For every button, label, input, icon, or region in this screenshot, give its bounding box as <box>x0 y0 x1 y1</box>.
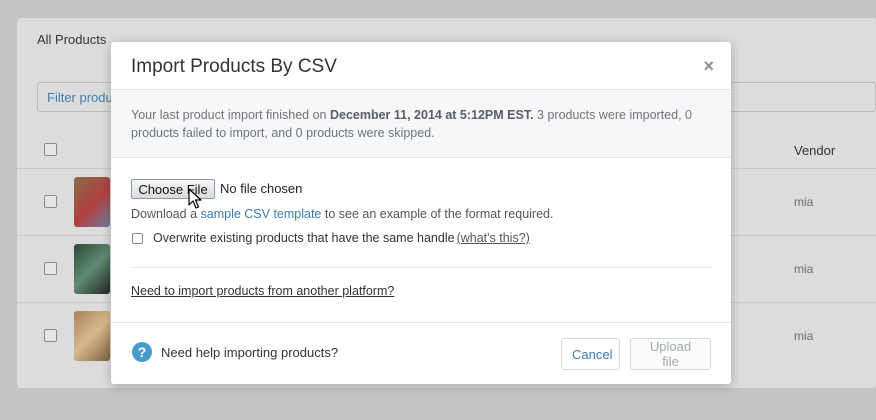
last-import-notice: Your last product import finished on Dec… <box>111 90 731 158</box>
row-checkbox[interactable] <box>44 262 57 275</box>
tab-all-products[interactable]: All Products <box>37 32 106 47</box>
notice-prefix: Your last product import finished on <box>131 108 327 122</box>
download-template-line: Download a sample CSV template to see an… <box>131 207 553 221</box>
notice-date: December 11, 2014 at 5:12PM EST. <box>329 108 534 122</box>
help-text: Need help importing products? <box>161 345 339 360</box>
vendor-cell: mia <box>794 195 814 209</box>
vendor-column-header[interactable]: Vendor <box>794 143 835 158</box>
upload-file-button[interactable]: Upload file <box>630 338 711 370</box>
overwrite-label[interactable]: Overwrite existing products that have th… <box>153 231 455 245</box>
download-suffix: to see an example of the format required… <box>321 207 554 221</box>
vendor-cell: mia <box>794 329 814 343</box>
help-icon[interactable]: ? <box>132 342 152 362</box>
sample-csv-template-link[interactable]: sample CSV template <box>201 207 322 221</box>
product-thumbnail <box>74 177 110 227</box>
modal-footer: ? Need help importing products? Cancel U… <box>111 322 731 384</box>
product-thumbnail <box>74 244 110 294</box>
select-all-checkbox[interactable] <box>44 143 57 156</box>
modal-title: Import Products By CSV <box>131 56 337 77</box>
overwrite-checkbox[interactable] <box>132 233 143 244</box>
section-divider <box>131 267 711 268</box>
close-icon[interactable]: × <box>703 56 714 76</box>
row-checkbox[interactable] <box>44 195 57 208</box>
vendor-cell: mia <box>794 262 814 276</box>
product-thumbnail <box>74 311 110 361</box>
cancel-button[interactable]: Cancel <box>561 338 620 370</box>
import-from-platform-link[interactable]: Need to import products from another pla… <box>131 284 394 298</box>
file-status: No file chosen <box>220 181 303 196</box>
import-csv-modal: Import Products By CSV × Your last produ… <box>111 42 731 384</box>
row-checkbox[interactable] <box>44 329 57 342</box>
modal-header: Import Products By CSV × <box>111 42 731 90</box>
download-prefix: Download a <box>131 207 201 221</box>
whats-this-link[interactable]: (what's this?) <box>457 231 530 245</box>
